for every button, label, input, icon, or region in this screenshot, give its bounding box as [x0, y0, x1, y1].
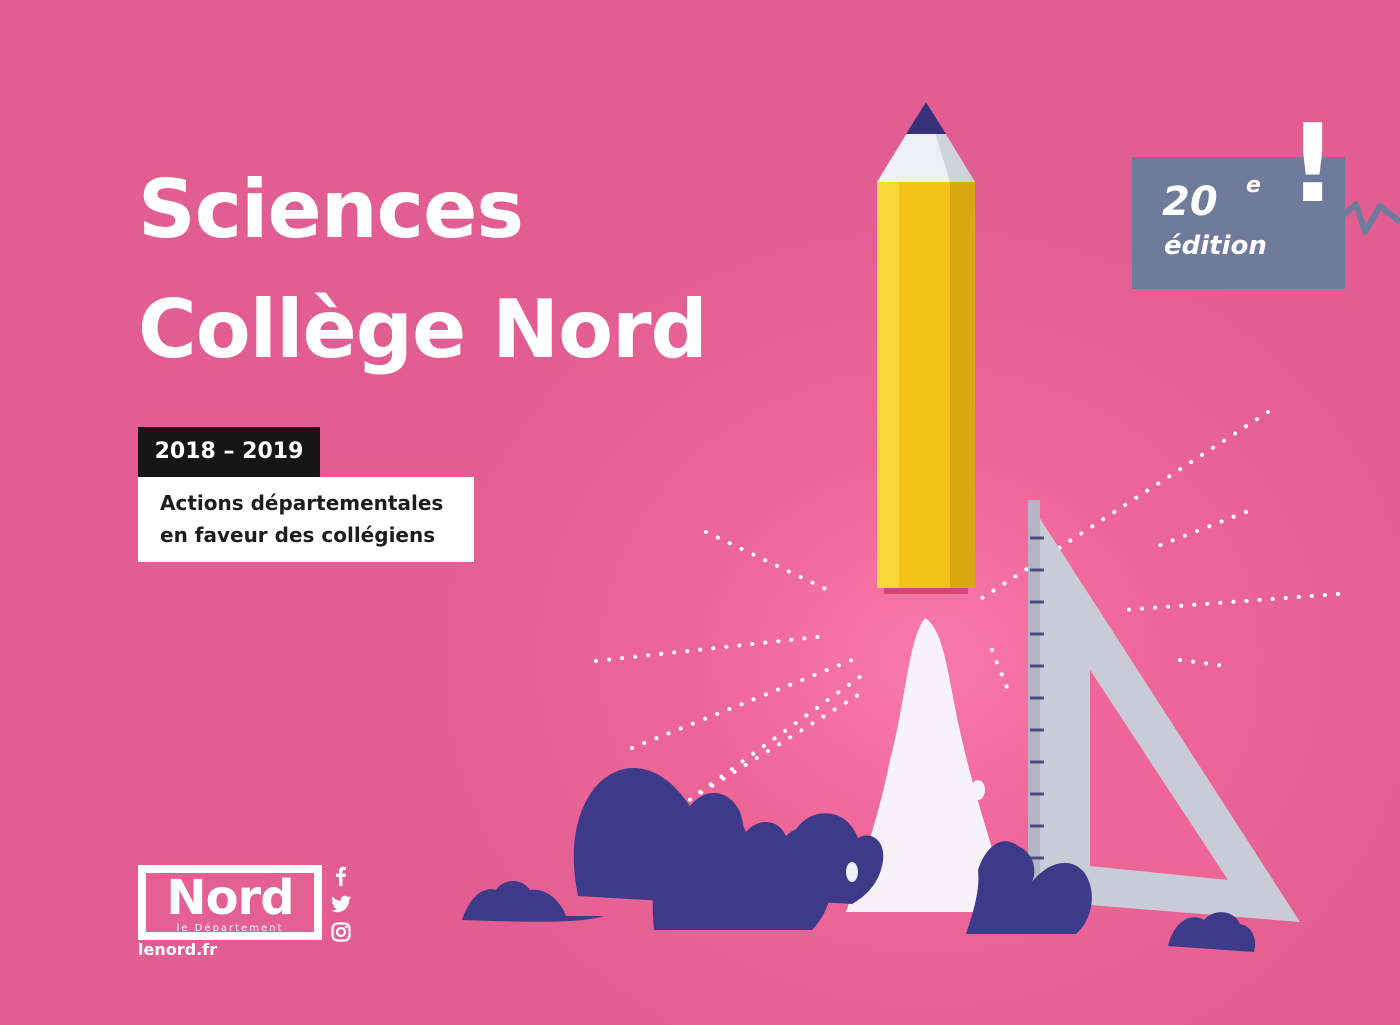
title-line-1: Sciences — [138, 163, 524, 256]
edition-label: édition — [1164, 231, 1267, 261]
pencil — [877, 102, 975, 594]
exclamation-mark: ! — [1288, 102, 1338, 227]
social-links — [330, 865, 352, 945]
poster: Sciences Collège Nord 2018 – 2019 Action… — [0, 0, 1400, 1025]
facebook-icon[interactable] — [330, 865, 352, 887]
zigzag-line — [1341, 201, 1400, 235]
logo-background: Nord le Département — [146, 870, 314, 934]
website-link[interactable]: lenord.fr — [138, 940, 217, 959]
twitter-icon[interactable] — [330, 893, 352, 915]
title-line-2: Collège Nord — [138, 283, 708, 376]
logo-word: Nord — [166, 870, 294, 926]
instagram-icon[interactable] — [330, 921, 352, 943]
set-square — [1028, 500, 1300, 922]
subtitle-line-1: Actions départementales — [160, 491, 444, 515]
year-badge: 2018 – 2019 — [138, 427, 320, 477]
subtitle-box: Actions départementales en faveur des co… — [138, 477, 474, 562]
logo-tagline: le Département — [176, 923, 284, 934]
nord-logo[interactable]: Nord le Département — [138, 865, 322, 940]
edition-suffix: e — [1246, 173, 1261, 198]
page-title: Sciences Collège Nord — [138, 150, 708, 390]
subtitle-line-2: en faveur des collégiens — [160, 523, 436, 547]
edition-number: 20 — [1162, 179, 1218, 225]
